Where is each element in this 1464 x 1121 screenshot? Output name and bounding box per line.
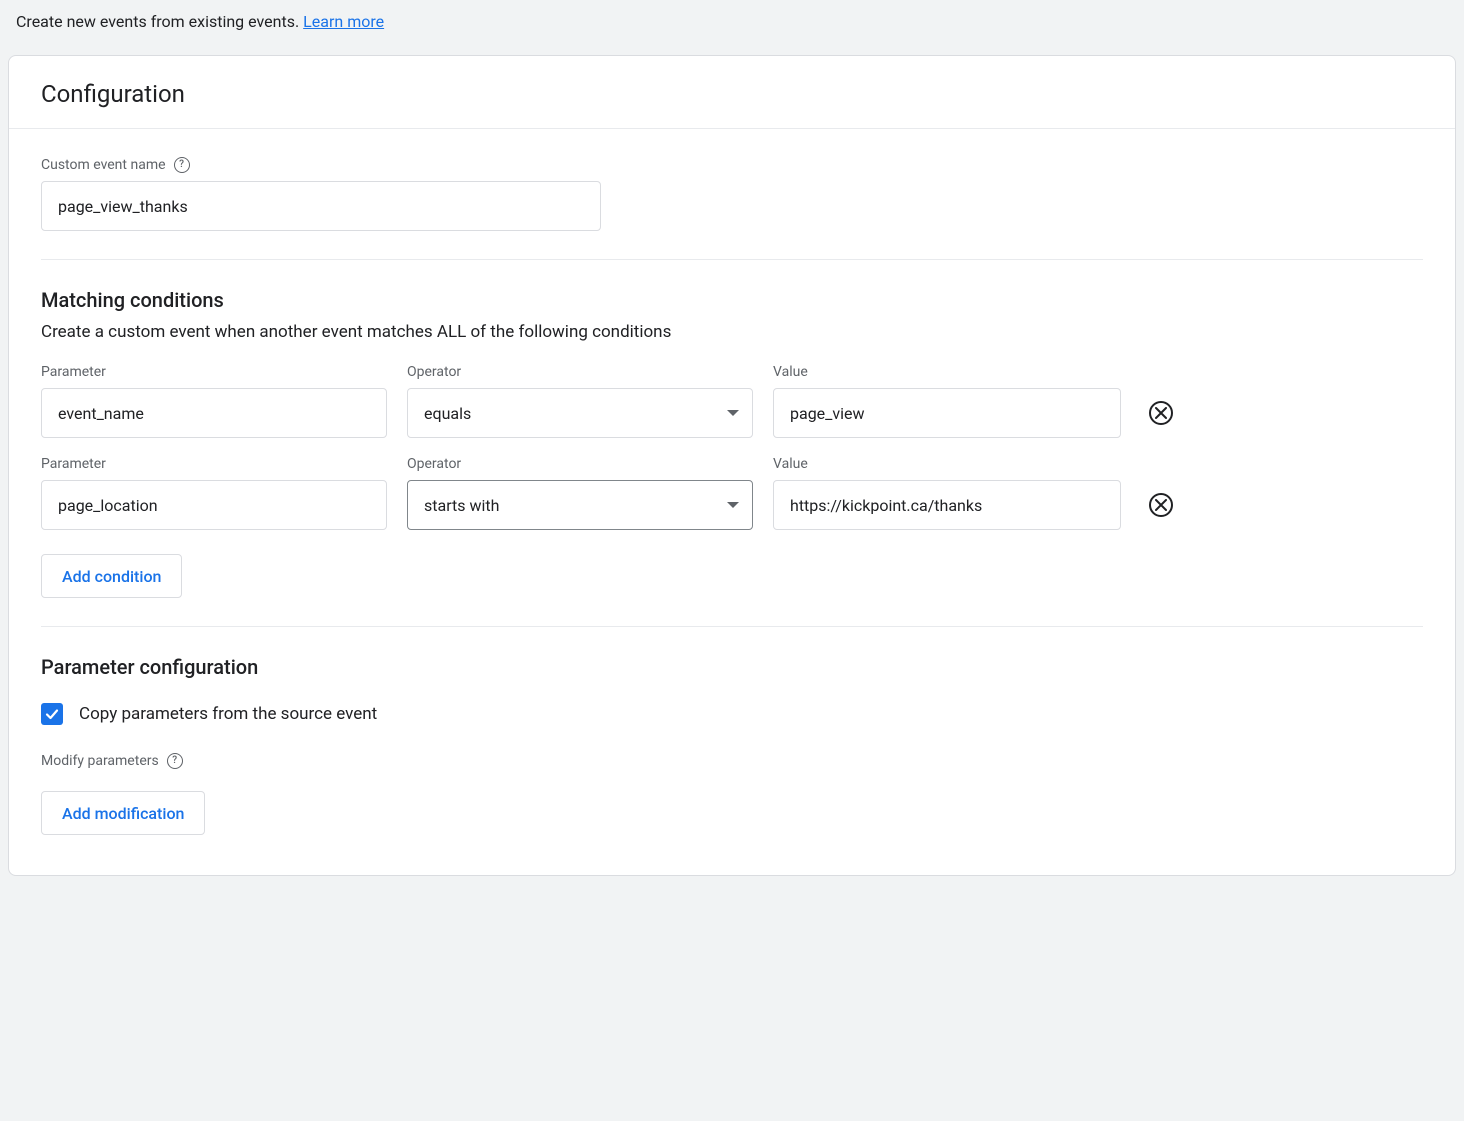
value-label: Value [773, 364, 1121, 380]
learn-more-link[interactable]: Learn more [303, 12, 384, 31]
operator-select[interactable] [407, 480, 753, 530]
parameter-label: Parameter [41, 364, 387, 380]
divider [41, 259, 1423, 260]
parameter-input[interactable] [41, 480, 387, 530]
parameter-input[interactable] [41, 388, 387, 438]
parameter-label: Parameter [41, 456, 387, 472]
help-icon[interactable]: ? [174, 157, 190, 173]
operator-select[interactable] [407, 388, 753, 438]
operator-label: Operator [407, 364, 753, 380]
matching-conditions-title: Matching conditions [41, 288, 1423, 312]
page-title: Configuration [41, 80, 1423, 108]
copy-parameters-label: Copy parameters from the source event [79, 704, 377, 724]
custom-event-name-input[interactable] [41, 181, 601, 231]
copy-parameters-checkbox[interactable] [41, 703, 63, 725]
close-icon [1155, 499, 1167, 511]
value-label: Value [773, 456, 1121, 472]
remove-condition-button[interactable] [1149, 401, 1173, 425]
intro-description: Create new events from existing events. [16, 12, 303, 31]
modify-parameters-label: Modify parameters ? [41, 753, 1423, 769]
condition-row: Parameter Operator Value [41, 364, 1423, 438]
value-input[interactable] [773, 480, 1121, 530]
operator-label: Operator [407, 456, 753, 472]
help-icon[interactable]: ? [167, 753, 183, 769]
intro-text: Create new events from existing events. … [8, 0, 1456, 55]
custom-event-name-label-text: Custom event name [41, 157, 166, 173]
add-condition-button[interactable]: Add condition [41, 554, 182, 598]
card-header: Configuration [9, 56, 1455, 129]
condition-row: Parameter Operator Value [41, 456, 1423, 530]
remove-condition-button[interactable] [1149, 493, 1173, 517]
close-icon [1155, 407, 1167, 419]
parameter-configuration-title: Parameter configuration [41, 655, 1423, 679]
value-input[interactable] [773, 388, 1121, 438]
divider [41, 626, 1423, 627]
check-icon [44, 706, 60, 722]
modify-parameters-label-text: Modify parameters [41, 753, 159, 769]
configuration-card: Configuration Custom event name ? Matchi… [8, 55, 1456, 876]
add-modification-button[interactable]: Add modification [41, 791, 205, 835]
custom-event-name-label: Custom event name ? [41, 157, 1423, 173]
matching-conditions-desc: Create a custom event when another event… [41, 322, 1423, 342]
